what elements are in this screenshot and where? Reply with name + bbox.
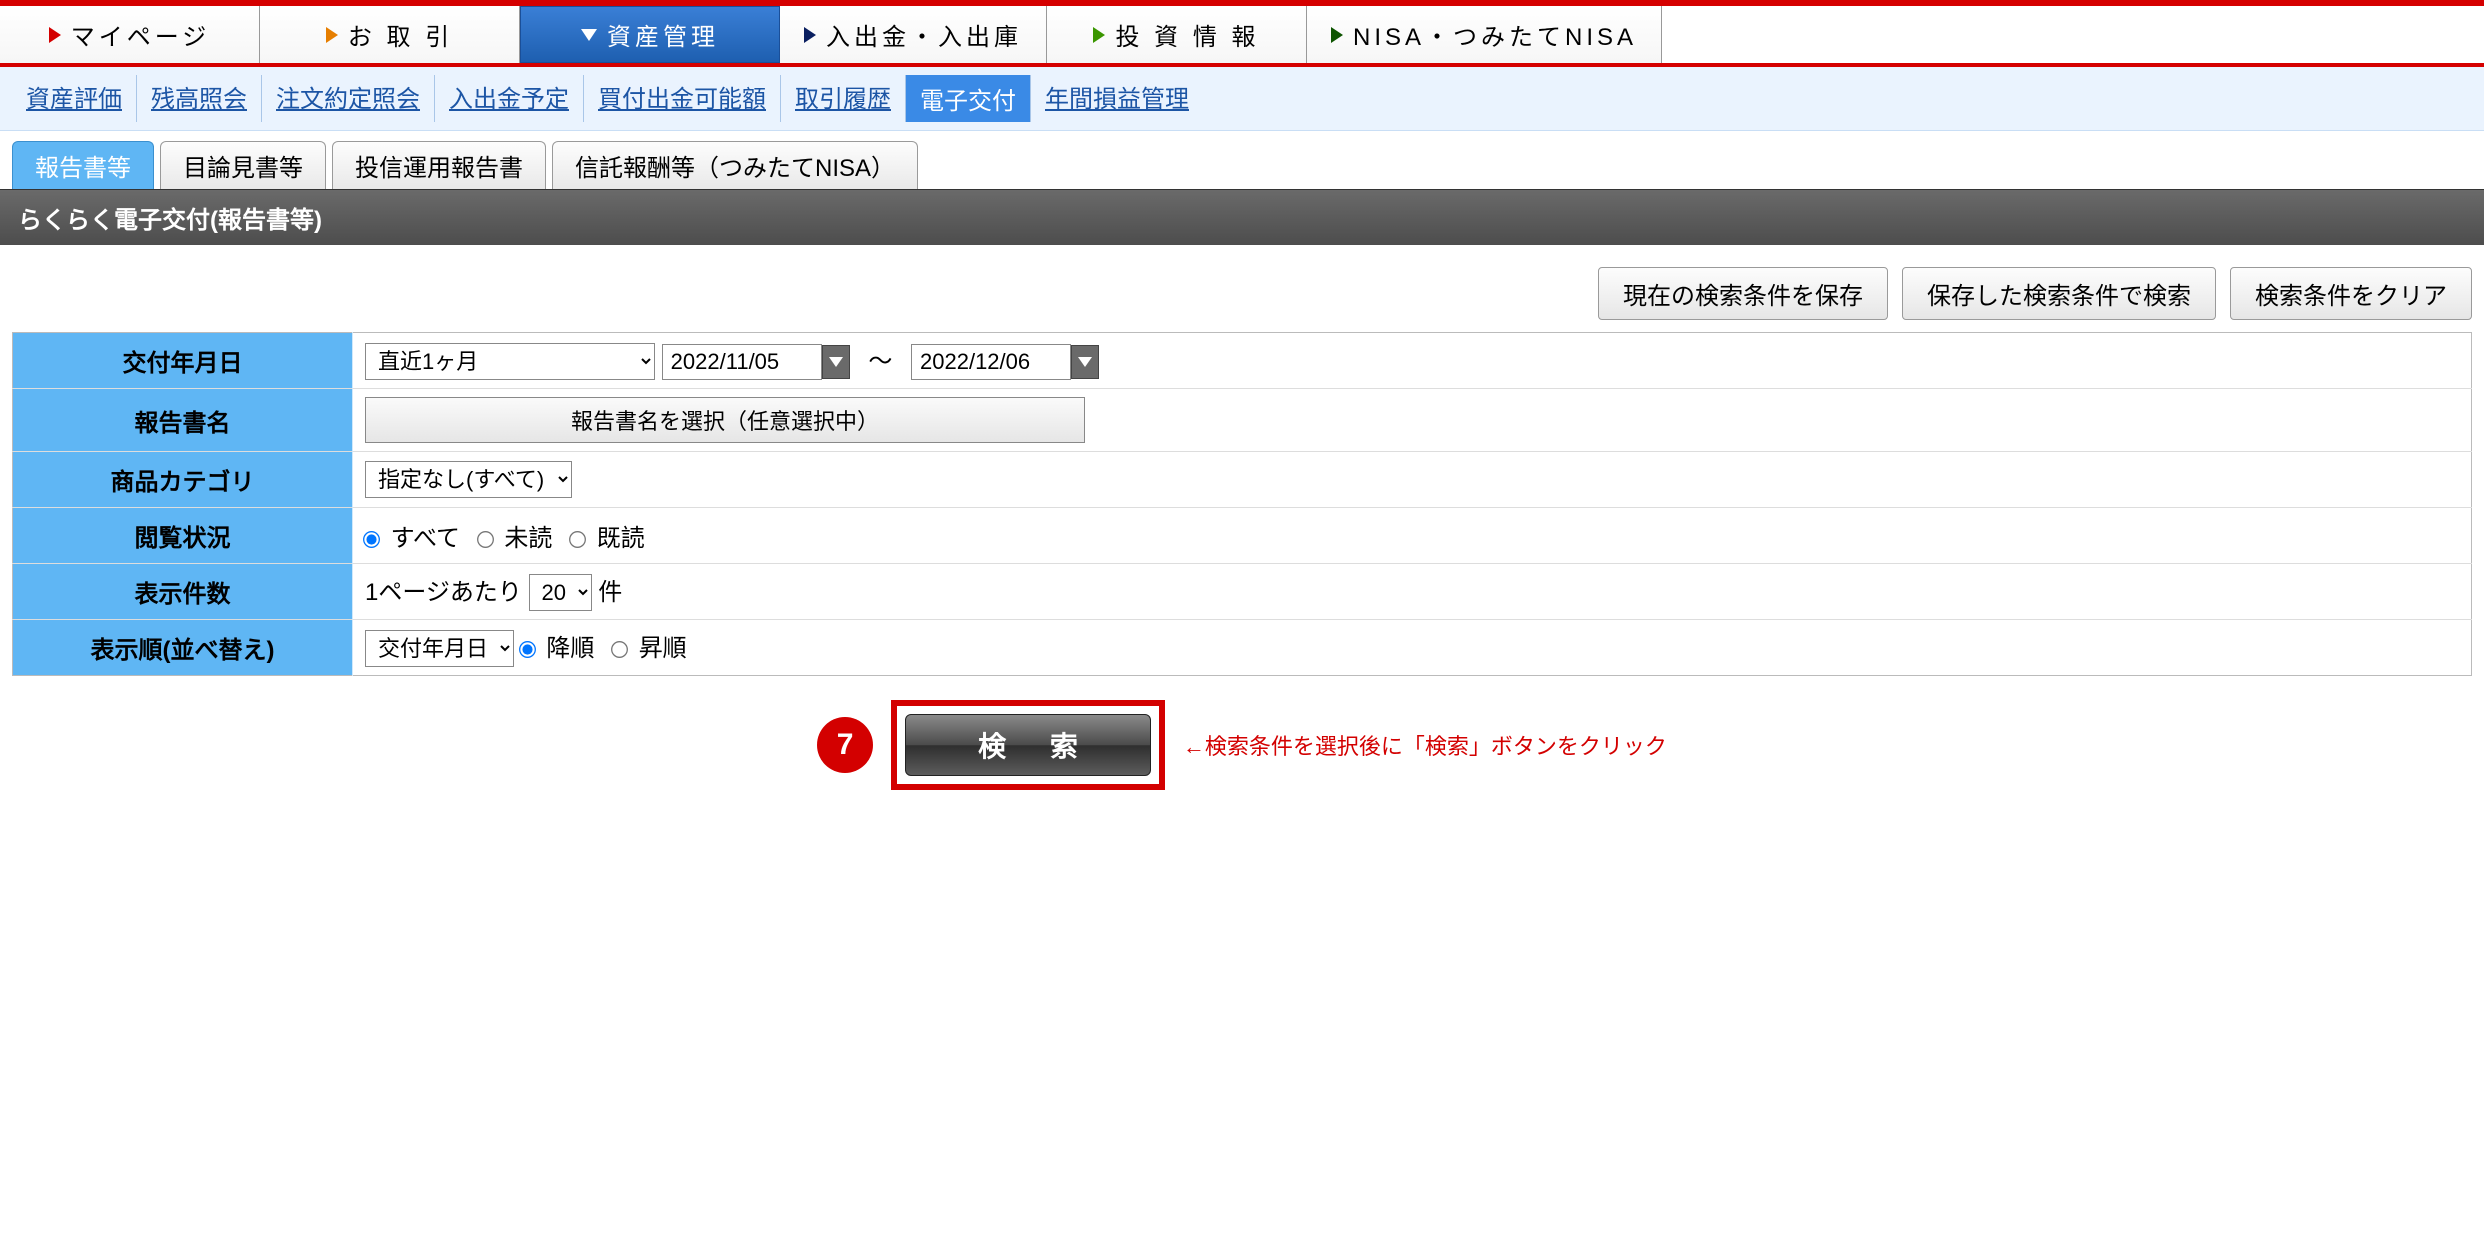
sort-field-select[interactable]: 交付年月日 [365,630,514,667]
date-from-input[interactable] [662,344,822,380]
radio-read-text: 既読 [597,525,645,552]
per-page-prefix: 1ページあたり [365,579,522,606]
radio-asc-text: 昇順 [639,635,687,662]
radio-all[interactable] [363,531,380,548]
radio-desc-label[interactable]: 降順 [521,635,595,662]
action-buttons: 現在の検索条件を保存 保存した検索条件で検索 検索条件をクリア [0,245,2484,332]
nav-label: 資産管理 [607,17,719,52]
tab-3[interactable]: 信託報酬等（つみたてNISA） [552,141,918,189]
step-badge: 7 [817,717,873,773]
main-nav: マイページ お 取 引 資産管理 入出金・入出庫 投 資 情 報 NISA・つみたてNIS… [0,6,2484,67]
nav-label: マイページ [71,17,211,52]
main-nav-item-0[interactable]: マイページ [0,6,260,63]
nav-label: 入出金・入出庫 [826,17,1022,52]
main-nav-item-2[interactable]: 資産管理 [520,6,780,63]
report-name-select-button[interactable]: 報告書名を選択（任意選択中） [365,397,1085,443]
tab-row: 報告書等目論見書等投信運用報告書信託報酬等（つみたてNISA） [0,131,2484,189]
nav-arrow-icon [1093,27,1105,43]
nav-arrow-icon [804,27,816,43]
radio-desc[interactable] [519,641,536,658]
label-product-category: 商品カテゴリ [13,452,353,508]
product-category-select[interactable]: 指定なし(すべて) [365,461,572,498]
tilde: ～ [868,348,892,375]
clear-conditions-button[interactable]: 検索条件をクリア [2230,267,2472,320]
label-sort-order: 表示順(並べ替え) [13,620,353,676]
nav-label: お 取 引 [348,17,453,52]
search-row: 7 検 索 ←検索条件を選択後に「検索」ボタンをクリック [0,700,2484,790]
sub-nav-item-1[interactable]: 残高照会 [137,75,262,122]
sub-nav-item-6[interactable]: 電子交付 [906,75,1031,122]
save-conditions-button[interactable]: 現在の検索条件を保存 [1598,267,1888,320]
radio-read-label[interactable]: 既読 [571,525,645,552]
label-report-name: 報告書名 [13,389,353,452]
sub-nav-item-4[interactable]: 買付出金可能額 [584,75,781,122]
main-nav-item-3[interactable]: 入出金・入出庫 [780,6,1047,63]
label-delivery-date: 交付年月日 [13,333,353,389]
date-to-input[interactable] [911,344,1071,380]
radio-unread[interactable] [477,531,494,548]
date-from-picker-icon[interactable] [822,345,850,379]
sub-nav-item-5[interactable]: 取引履歴 [781,75,906,122]
sub-nav-item-2[interactable]: 注文約定照会 [262,75,435,122]
radio-read[interactable] [569,531,586,548]
tab-0[interactable]: 報告書等 [12,141,154,189]
radio-all-label[interactable]: すべて [365,525,460,552]
date-to-picker-icon[interactable] [1071,345,1099,379]
main-nav-item-1[interactable]: お 取 引 [260,6,520,63]
main-nav-item-5[interactable]: NISA・つみたてNISA [1307,6,1662,63]
radio-asc-label[interactable]: 昇順 [613,635,687,662]
nav-arrow-icon [326,27,338,43]
sub-nav: 資産評価残高照会注文約定照会入出金予定買付出金可能額取引履歴電子交付年間損益管理 [0,67,2484,131]
nav-arrow-icon [49,27,61,43]
sub-nav-item-0[interactable]: 資産評価 [12,75,137,122]
load-conditions-button[interactable]: 保存した検索条件で検索 [1902,267,2216,320]
search-form: 交付年月日 直近1ヶ月 ～ 報告書名 報告書名を選択（任意選択中） 商品カテゴリ… [12,332,2472,676]
radio-unread-text: 未読 [504,525,552,552]
nav-label: NISA・つみたてNISA [1353,17,1637,52]
nav-arrow-icon [1331,27,1343,43]
sub-nav-item-7[interactable]: 年間損益管理 [1031,75,1203,122]
radio-desc-text: 降順 [546,635,594,662]
date-range-select[interactable]: 直近1ヶ月 [365,343,655,380]
nav-label: 投 資 情 報 [1115,17,1259,52]
main-nav-item-4[interactable]: 投 資 情 報 [1047,6,1307,63]
tab-2[interactable]: 投信運用報告書 [332,141,546,189]
search-button[interactable]: 検 索 [905,714,1151,776]
sub-nav-item-3[interactable]: 入出金予定 [435,75,584,122]
nav-arrow-icon [581,29,597,41]
radio-asc[interactable] [611,641,628,658]
per-page-select[interactable]: 20 [529,574,592,611]
page-title: らくらく電子交付(報告書等) [0,189,2484,245]
search-frame: 検 索 [891,700,1165,790]
per-page-suffix: 件 [598,579,622,606]
search-hint: ←検索条件を選択後に「検索」ボタンをクリック [1183,729,1667,761]
label-display-count: 表示件数 [13,564,353,620]
tab-1[interactable]: 目論見書等 [160,141,326,189]
radio-all-text: すべて [391,525,460,552]
label-read-status: 閲覧状況 [13,508,353,564]
radio-unread-label[interactable]: 未読 [479,525,553,552]
